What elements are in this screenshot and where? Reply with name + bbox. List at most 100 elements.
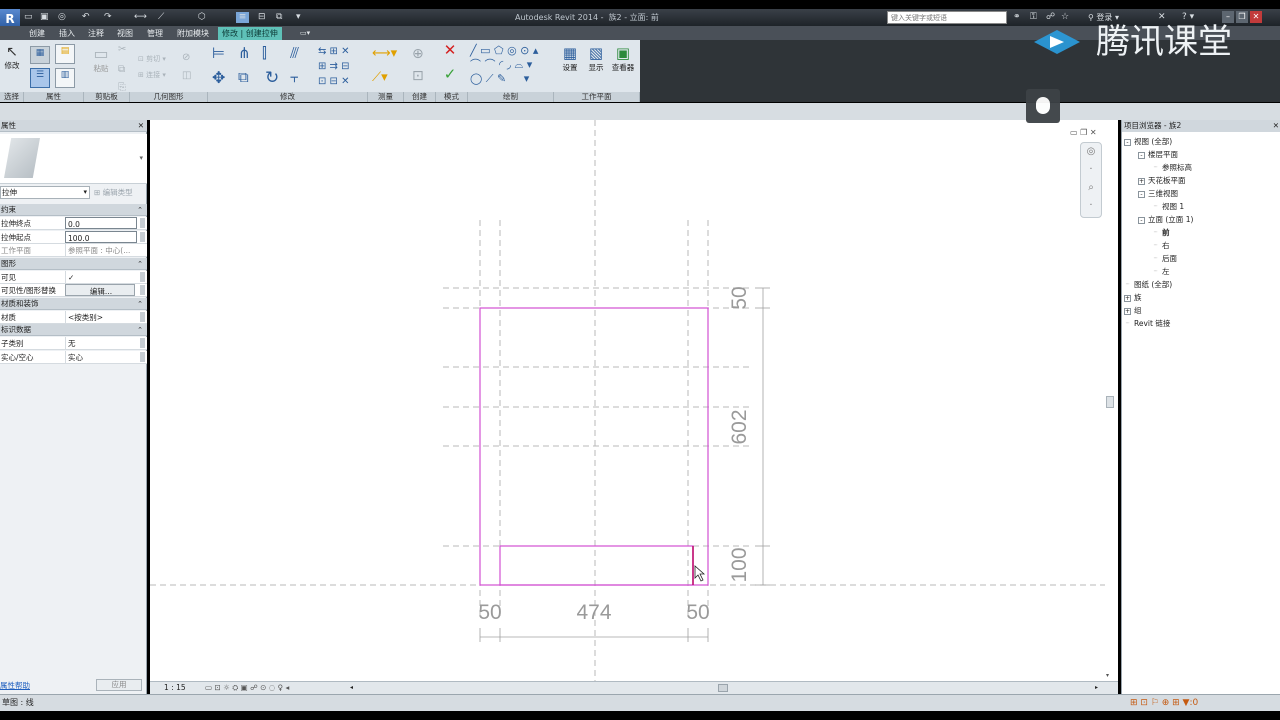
browser-item[interactable]: - 立面 (立面 1) — [1124, 213, 1280, 226]
property-value[interactable]: 100.0 — [65, 230, 137, 243]
cancel-edit-mode-button[interactable]: ✕ — [442, 43, 458, 58]
browser-item[interactable]: ┄ 参照标高 — [1124, 161, 1280, 174]
edit-type-button[interactable]: ⊞ 编辑类型 — [94, 186, 133, 199]
paste-button[interactable]: ▭ 粘贴 — [90, 44, 112, 74]
wall-joins-icon[interactable]: ⊘ — [182, 52, 190, 63]
browser-item[interactable]: - 三维视图 — [1124, 187, 1280, 200]
browser-item[interactable]: + 组 — [1124, 304, 1280, 317]
scroll-down-icon[interactable]: ▾ — [1106, 672, 1109, 679]
draw-tools[interactable]: ╱ ▭ ⬠ ◎ ⊙ ▴ ⌒ ⌒ ◜ ◞ ⌓ ▾ ◯ ⟋ ✎ ▾ — [470, 44, 554, 86]
create-similar-icon[interactable]: ⊕ — [412, 46, 424, 62]
tab-manage[interactable]: 管理 — [143, 27, 167, 40]
3d-view-icon[interactable]: ⬡ — [198, 12, 206, 23]
measure-icon[interactable]: ⟷ — [134, 12, 147, 23]
panel-select[interactable]: 选择 — [0, 92, 24, 102]
property-row[interactable]: 材质 <按类别> — [0, 310, 147, 324]
close-hidden-icon[interactable]: ⊟ — [258, 12, 266, 23]
scroll-left-icon[interactable]: ◂ — [350, 682, 353, 694]
modify-small-tools[interactable]: ⇆ ⊞ ✕ ⊞ ⇉ ⊟ ⊡ ⊟ ✕ — [318, 44, 362, 89]
cut-geometry-button[interactable]: ⊡ 剪切 ▾ — [138, 54, 166, 64]
property-value[interactable]: ✓ — [65, 270, 137, 283]
collapse-icon[interactable]: ⌃ — [137, 258, 143, 270]
property-value[interactable]: 实心 — [65, 350, 137, 363]
property-value[interactable]: 0.0 — [65, 217, 137, 229]
sync-icon[interactable]: ◎ — [58, 12, 66, 23]
collapse-icon[interactable]: - — [1138, 151, 1145, 159]
tab-create[interactable]: 创建 — [25, 27, 49, 40]
view-window-controls[interactable]: ▭ ❐ ✕ — [1070, 128, 1097, 137]
viewer-button[interactable]: ▣ 查看器 — [610, 44, 636, 73]
property-group-header[interactable]: 图形 ⌃ — [0, 257, 147, 270]
horizontal-scrollbar[interactable] — [718, 684, 728, 692]
property-row[interactable]: 工作平面 参照平面 : 中心(... — [0, 244, 147, 257]
expand-icon[interactable]: + — [1124, 307, 1131, 315]
property-row[interactable]: 可见性/图形替换 编辑... — [0, 284, 147, 297]
binoculars-icon[interactable]: ⚭ — [1013, 12, 1021, 23]
expand-icon[interactable]: + — [1138, 177, 1145, 185]
property-row[interactable]: 可见 ✓ — [0, 270, 147, 284]
offset-icon[interactable]: ⋔ — [238, 44, 251, 62]
close-browser-icon[interactable]: ✕ — [1273, 120, 1279, 132]
ribbon-toggle-icon[interactable]: ▭▾ — [296, 27, 314, 40]
close-palette-icon[interactable]: ✕ — [138, 120, 144, 132]
switch-windows-icon[interactable]: ⧉ — [276, 12, 282, 23]
redo-icon[interactable]: ↷ — [104, 12, 112, 23]
tab-modify-create-extrusion[interactable]: 修改 | 创建拉伸 — [218, 27, 282, 40]
apply-button[interactable]: 应用 — [96, 679, 142, 691]
property-row[interactable]: 拉伸起点 100.0 — [0, 230, 147, 244]
property-row[interactable]: 实心/空心 实心 — [0, 350, 147, 364]
set-workplane-button[interactable]: ▦ 设置 — [560, 44, 580, 73]
modify-tool[interactable]: ↖ 修改 — [2, 44, 22, 71]
collapse-icon[interactable]: - — [1138, 216, 1145, 224]
undo-icon[interactable]: ↶ — [82, 12, 90, 23]
status-selection-icons[interactable]: ⊞ ⊡ ⚐ ⊕ ⊞ ▼:0 — [1130, 695, 1198, 711]
properties-palette-icon[interactable]: ☰ — [30, 68, 50, 88]
collapse-icon[interactable]: - — [1138, 190, 1145, 198]
browser-item[interactable]: ┄ Revit 链接 — [1124, 317, 1280, 330]
tab-addins[interactable]: 附加模块 — [173, 27, 213, 40]
navigation-bar[interactable]: ◎ · ⌕ · — [1080, 142, 1102, 218]
create-group-icon[interactable]: ⊡ — [412, 68, 424, 84]
collapse-icon[interactable]: ⌃ — [137, 204, 143, 216]
close-window-button[interactable]: ✕ — [1250, 11, 1262, 23]
measure-between-icon[interactable]: ⟷▾ — [372, 46, 397, 61]
type-properties-icon[interactable]: ▥ — [55, 68, 75, 88]
thin-lines-icon[interactable]: ≡ — [236, 12, 249, 23]
property-row[interactable]: 拉伸终点 0.0 — [0, 217, 147, 230]
rotate-icon[interactable]: ↻ — [265, 68, 279, 88]
collapse-icon[interactable]: ⌃ — [137, 298, 143, 310]
cut-icon[interactable]: ✂ — [118, 44, 126, 55]
tab-view[interactable]: 视图 — [113, 27, 137, 40]
copy-icon[interactable]: ⧉ — [118, 64, 125, 75]
browser-item[interactable]: ┄ 右 — [1124, 239, 1280, 252]
collapse-icon[interactable]: - — [1124, 138, 1131, 146]
drawing-canvas[interactable]: 50 474 50 50 602 100 ▭ ❐ ✕ ◎ · ⌕ · ▾ — [150, 120, 1118, 685]
property-group-header[interactable]: 标识数据 ⌃ — [0, 324, 147, 336]
tab-insert[interactable]: 插入 — [55, 27, 79, 40]
type-selector[interactable]: 拉伸 ▾ — [0, 186, 90, 199]
properties-help-link[interactable]: 属性帮助 — [0, 680, 30, 691]
copy-element-icon[interactable]: ⧉ — [238, 68, 249, 86]
save-icon[interactable]: ▣ — [40, 12, 49, 23]
property-group-header[interactable]: 材质和装饰 ⌃ — [0, 297, 147, 310]
view-scale[interactable]: 1 : 15 — [164, 682, 186, 694]
property-value[interactable]: <按类别> — [65, 310, 137, 323]
family-category-icon[interactable]: ▤ — [55, 44, 75, 64]
scroll-right-icon[interactable]: ▸ — [1095, 682, 1098, 694]
open-icon[interactable]: ▭ — [24, 12, 33, 23]
search-input[interactable]: 键入关键字或短语 — [887, 11, 1007, 24]
property-value[interactable]: 无 — [65, 337, 137, 349]
aligned-dimension-icon[interactable]: ⟋▾ — [372, 70, 388, 85]
property-group-header[interactable]: 约束 ⌃ — [0, 204, 147, 216]
property-value[interactable]: 编辑... — [65, 284, 135, 296]
collapse-icon[interactable]: ⌃ — [137, 324, 143, 336]
tab-annotate[interactable]: 注释 — [84, 27, 108, 40]
browser-item[interactable]: - 楼层平面 — [1124, 148, 1280, 161]
browser-item[interactable]: ┄ 左 — [1124, 265, 1280, 278]
browser-item[interactable]: - 视图 (全部) — [1124, 135, 1280, 148]
mirror-axis-icon[interactable]: ⫿ — [262, 44, 267, 62]
browser-item[interactable]: ┄ 后面 — [1124, 252, 1280, 265]
show-workplane-button[interactable]: ▧ 显示 — [586, 44, 606, 73]
browser-item[interactable]: ┄ 图纸 (全部) — [1124, 278, 1280, 291]
trim-extend-icon[interactable]: ⫟ — [290, 68, 299, 86]
